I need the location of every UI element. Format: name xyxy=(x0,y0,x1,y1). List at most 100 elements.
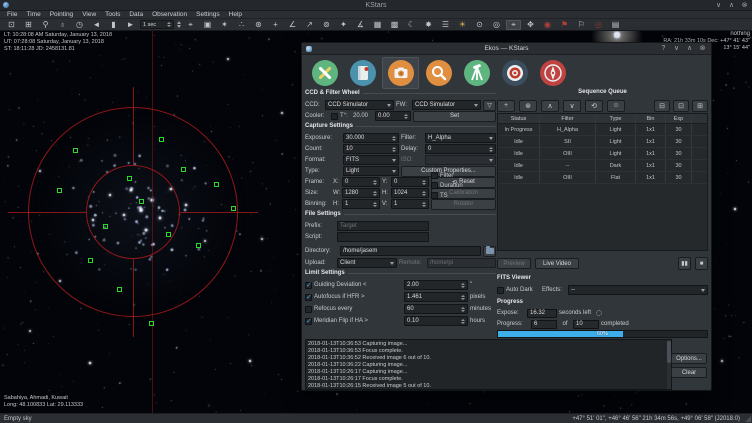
auto-dark-checkbox[interactable] xyxy=(497,287,504,294)
set-time-icon[interactable]: ◷ xyxy=(72,20,87,30)
move-job-up-icon[interactable]: ∧ xyxy=(541,100,559,112)
constellation-lines-icon[interactable]: ∴ xyxy=(234,20,249,30)
duration-checkbox[interactable] xyxy=(431,182,438,189)
spin-arrows-icon[interactable] xyxy=(392,147,396,152)
open-sequence-icon[interactable]: ⊟ xyxy=(654,100,670,112)
park-telescope-icon[interactable]: ⚐ xyxy=(574,20,589,30)
tab-align[interactable] xyxy=(534,57,571,89)
timestep-spinner[interactable]: 1 sec xyxy=(140,20,174,29)
table-row[interactable]: In Progress H_Alpha Light 1x1 30 xyxy=(498,124,707,136)
ccd-select[interactable]: CCD Simulator xyxy=(325,100,394,110)
spin-arrows-icon[interactable] xyxy=(422,191,426,196)
binning-h-input[interactable]: 1 xyxy=(342,199,380,209)
clear-log-button[interactable]: Clear xyxy=(671,367,707,378)
menu-settings[interactable]: Settings xyxy=(192,11,224,19)
timestep-arrows-icon[interactable] xyxy=(167,22,171,27)
zoom-window-icon[interactable]: ⊞ xyxy=(21,20,36,30)
limit-value-input[interactable]: 60 xyxy=(404,304,468,314)
menu-file[interactable]: File xyxy=(3,11,21,19)
spin-arrows-icon[interactable] xyxy=(461,295,465,300)
frame-y-input[interactable]: 0 xyxy=(391,177,429,187)
lock-position-icon[interactable]: ⌖ xyxy=(506,20,521,30)
tab-mount[interactable] xyxy=(458,57,495,89)
whats-interesting-icon[interactable]: ✦ xyxy=(336,20,351,30)
add-label-icon[interactable]: + xyxy=(268,20,283,30)
log-scrollbar[interactable] xyxy=(667,340,671,389)
table-row[interactable]: Idle OIII Light 1x1 30 xyxy=(498,148,707,160)
tab-scheduler[interactable] xyxy=(344,57,381,89)
save-sequence-as-icon[interactable]: ⊞ xyxy=(692,100,708,112)
pointing-icon[interactable]: ⌖ xyxy=(183,20,198,30)
pointer-mode-icon[interactable]: ↗ xyxy=(302,20,317,30)
stop-clock-icon[interactable]: ▮ xyxy=(106,20,121,30)
find-object-icon[interactable]: ⚲ xyxy=(38,20,53,30)
limit-checkbox[interactable] xyxy=(305,294,312,301)
maximize-button[interactable]: ∧ xyxy=(727,1,736,10)
spin-arrows-icon[interactable] xyxy=(373,180,377,185)
menu-help[interactable]: Help xyxy=(225,11,246,19)
stop-sequence-button[interactable]: ■ xyxy=(695,257,708,270)
filter-select[interactable]: H_Alpha xyxy=(425,133,496,143)
observation-list-icon[interactable]: ☰ xyxy=(438,20,453,30)
filter-checkbox[interactable] xyxy=(431,172,438,179)
delay-input[interactable]: 0 xyxy=(425,144,496,154)
spin-arrows-icon[interactable] xyxy=(404,114,408,119)
size-h-input[interactable]: 1024 xyxy=(391,188,429,198)
tab-focus[interactable] xyxy=(420,57,457,89)
maximize-button[interactable]: ∧ xyxy=(685,44,694,53)
size-w-input[interactable]: 1280 xyxy=(342,188,380,198)
close-button[interactable]: ⊗ xyxy=(740,1,749,10)
menu-data[interactable]: Data xyxy=(125,11,147,19)
coordinate-grid-icon[interactable]: ▦ xyxy=(370,20,385,30)
dock-windows-icon[interactable]: ▤ xyxy=(608,20,623,30)
add-job-icon[interactable]: + xyxy=(497,100,515,112)
temperature-input[interactable]: 0.00 xyxy=(375,111,411,121)
exposure-input[interactable]: 30.000 xyxy=(343,133,399,143)
type-select[interactable]: Light xyxy=(343,166,399,176)
geo-infobox[interactable]: Sabahiya, Ahmadi, Kuwait Long: 48.100833… xyxy=(4,395,83,409)
spin-arrows-icon[interactable] xyxy=(392,136,396,141)
measure-angle-icon[interactable]: ∠ xyxy=(285,20,300,30)
limit-checkbox[interactable] xyxy=(305,306,312,313)
menu-pointing[interactable]: Pointing xyxy=(46,11,78,19)
eyepiece-view-icon[interactable]: ⊙ xyxy=(472,20,487,30)
sequence-table[interactable]: Status Filter Type Bin Exp In Progress H… xyxy=(497,113,708,251)
ekos-titlebar[interactable]: Ekos — KStars ?∨∧⊗ xyxy=(302,43,711,55)
filter-manager-button[interactable]: ▽ xyxy=(483,100,496,111)
fw-select[interactable]: CCD Simulator xyxy=(412,100,481,110)
minimize-button[interactable]: ∨ xyxy=(714,1,723,10)
frame-x-input[interactable]: 0 xyxy=(342,177,380,187)
night-vision-icon[interactable]: ☀ xyxy=(455,20,470,30)
effects-select[interactable]: -- xyxy=(568,285,708,295)
prefix-input[interactable]: Target xyxy=(337,221,429,231)
format-select[interactable]: FITS xyxy=(343,155,399,165)
resize-grip[interactable] xyxy=(745,416,751,422)
table-row[interactable]: Idle SII Light 1x1 30 xyxy=(498,136,707,148)
center-telescope-icon[interactable]: ◉ xyxy=(540,20,555,30)
limit-value-input[interactable]: 2.00 xyxy=(404,280,468,290)
log-view[interactable]: 2018-01-13T10:36:53 Capturing image...20… xyxy=(305,339,672,390)
live-video-button[interactable]: Live Video xyxy=(535,258,579,269)
upload-select[interactable]: Client xyxy=(337,258,397,268)
script-input[interactable] xyxy=(337,232,429,242)
menu-tools[interactable]: Tools xyxy=(101,11,124,19)
options-button[interactable]: Options... xyxy=(671,353,707,364)
spin-arrows-icon[interactable] xyxy=(422,202,426,207)
spin-arrows-icon[interactable] xyxy=(373,191,377,196)
spin-arrows-icon[interactable] xyxy=(461,283,465,288)
limit-value-input[interactable]: 1.461 xyxy=(404,292,468,302)
stars-toggle-icon[interactable]: ✶ xyxy=(217,20,232,30)
menu-time[interactable]: Time xyxy=(22,11,44,19)
tab-guide[interactable] xyxy=(496,57,533,89)
directory-input[interactable]: /home/jasem xyxy=(340,246,481,256)
remove-job-icon[interactable]: ⊗ xyxy=(519,100,537,112)
close-button[interactable]: ⊗ xyxy=(698,44,707,53)
limit-checkbox[interactable] xyxy=(305,318,312,325)
browse-directory-button[interactable] xyxy=(483,246,496,257)
sky-ruler-icon[interactable]: ∡ xyxy=(353,20,368,30)
dome-control-icon[interactable]: ✥ xyxy=(523,20,538,30)
hips-overlay-icon[interactable]: ▩ xyxy=(387,20,402,30)
observer-icon[interactable]: ☺ xyxy=(607,100,625,112)
pause-sequence-button[interactable]: ▮▮ xyxy=(678,257,691,270)
spin-arrows-icon[interactable] xyxy=(422,180,426,185)
